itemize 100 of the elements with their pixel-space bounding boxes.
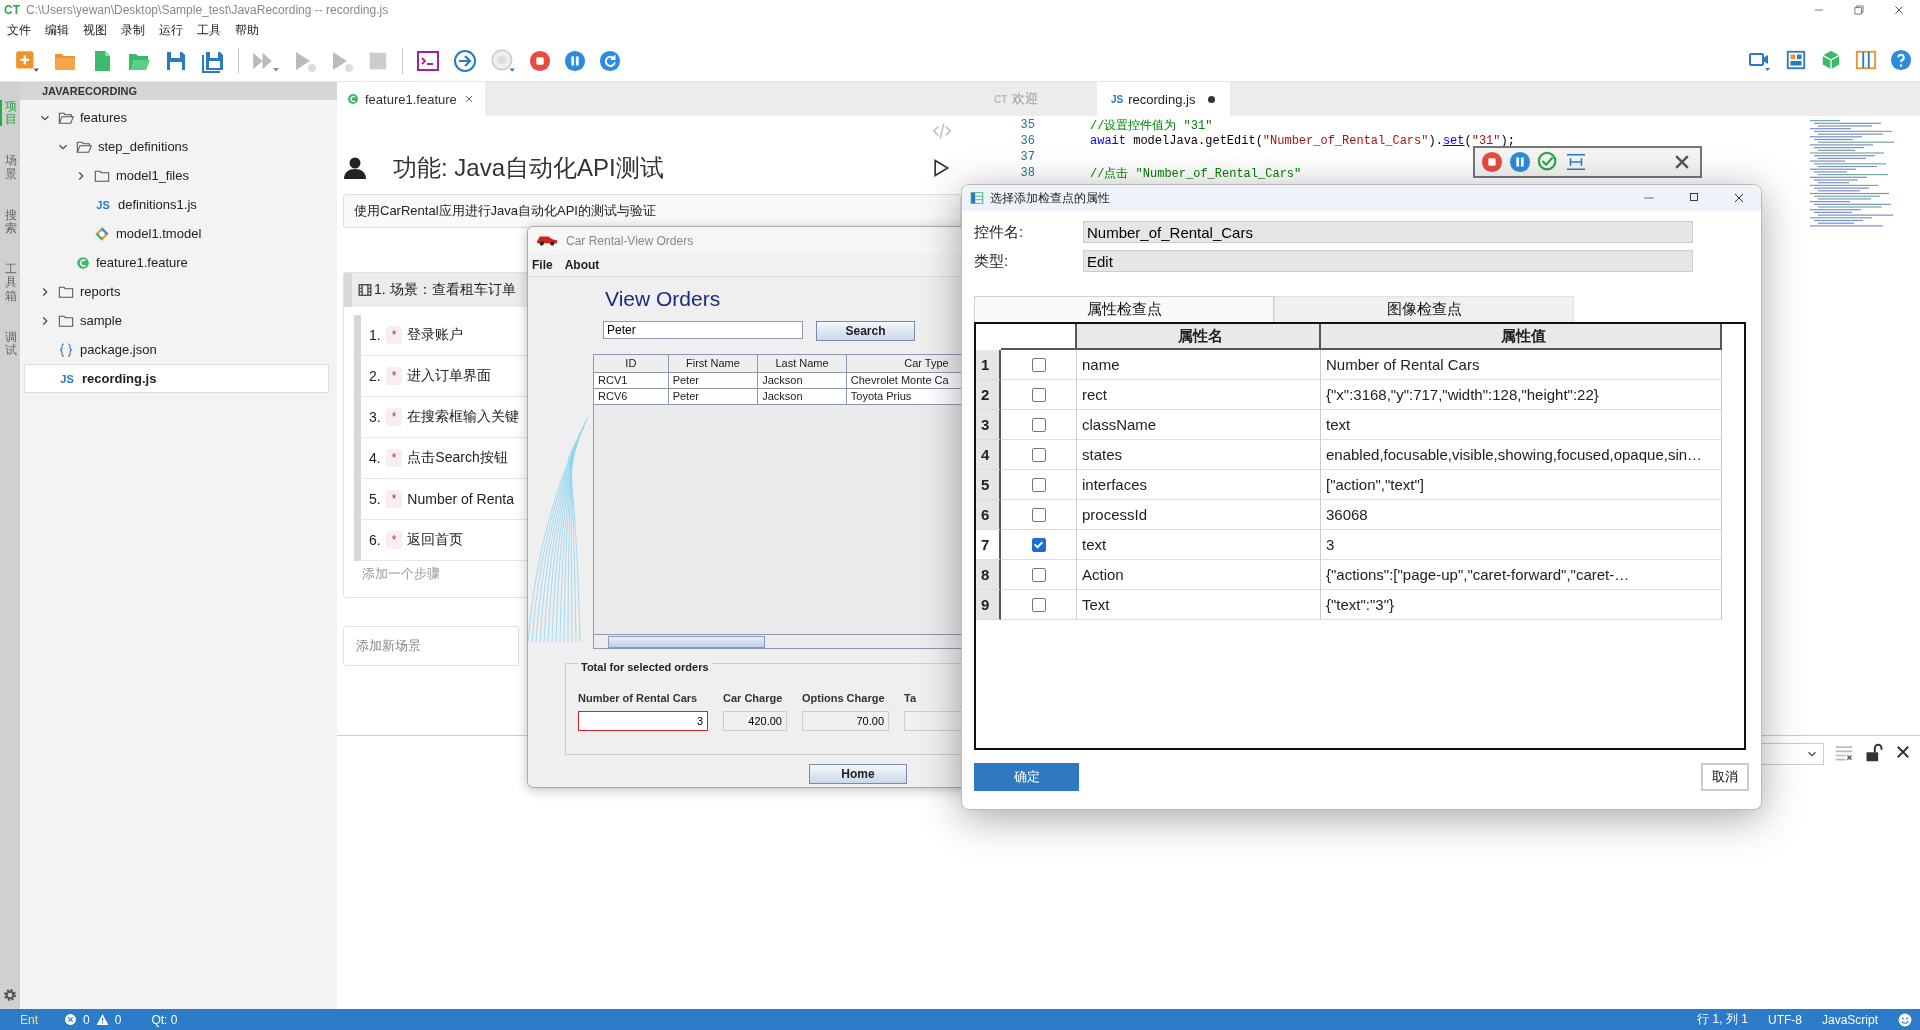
total-field[interactable]: 70.00 (802, 711, 889, 731)
cube-icon[interactable] (1820, 48, 1842, 71)
row-number[interactable]: 7 (976, 530, 1001, 560)
bracket-icon[interactable] (1565, 151, 1587, 173)
checkbox[interactable] (1031, 477, 1046, 492)
tab[interactable]: 属性检查点 (974, 296, 1274, 322)
row-number[interactable]: 6 (976, 500, 1001, 530)
close-icon[interactable] (1894, 743, 1912, 761)
column-header[interactable]: 属性名 (1077, 324, 1321, 350)
column-header[interactable]: 属性值 (1321, 324, 1722, 350)
terminal-icon[interactable] (416, 48, 440, 73)
language-mode[interactable]: JavaScript (1821, 1012, 1878, 1027)
step-keyword: * (385, 326, 403, 344)
column-header[interactable]: Last Name (758, 355, 847, 373)
menu-item[interactable]: 录制 (121, 21, 145, 39)
checkbox[interactable] (1031, 597, 1046, 612)
side-tab[interactable]: 搜索 (0, 208, 20, 236)
clear-icon[interactable] (1834, 743, 1854, 763)
checkbox[interactable] (1031, 417, 1046, 432)
text-field[interactable]: Edit (1083, 250, 1693, 272)
settings-icon[interactable] (2, 987, 18, 1003)
checkbox[interactable] (1031, 447, 1046, 462)
tree-item[interactable]: JS recording.js (24, 364, 329, 393)
row-number[interactable]: 5 (976, 470, 1001, 500)
pause-icon[interactable] (1509, 151, 1531, 173)
diamond-icon (94, 225, 110, 242)
total-field[interactable]: 420.00 (723, 711, 787, 731)
search-button[interactable]: Search (816, 321, 915, 341)
help-icon[interactable] (1890, 48, 1912, 71)
checkbox[interactable] (1031, 357, 1046, 372)
step-text[interactable]: 进入订单界面 (407, 367, 492, 385)
side-tab[interactable]: 工具箱 (0, 263, 20, 303)
total-field[interactable]: 3 (578, 711, 708, 731)
menu-item[interactable]: 运行 (159, 21, 183, 39)
menu-item[interactable]: About (564, 258, 600, 272)
column-header[interactable]: First Name (668, 355, 759, 373)
row-number[interactable]: 2 (976, 380, 1001, 410)
add-scenario-button[interactable]: 添加新场景 (343, 626, 519, 666)
tree-item[interactable]: feature1.feature (24, 248, 329, 277)
home-button[interactable]: Home (809, 764, 907, 784)
checkbox[interactable] (1031, 537, 1046, 552)
columns-icon[interactable] (1855, 48, 1877, 71)
tree-item[interactable]: step_definitions (24, 132, 329, 161)
checkbox[interactable] (1031, 567, 1046, 582)
tree-item[interactable]: JS definitions1.js (24, 190, 329, 219)
search-field[interactable]: Peter (603, 321, 803, 339)
checkbox[interactable] (1031, 507, 1046, 522)
cursor-position[interactable]: 行 1, 列 1 (1697, 1011, 1748, 1028)
menu-item[interactable]: 工具 (197, 21, 221, 39)
table-cell: className (1077, 410, 1321, 440)
play-icon[interactable] (931, 158, 951, 178)
restore-icon[interactable] (1852, 3, 1866, 17)
smiley-icon[interactable] (1898, 1012, 1912, 1027)
checkmark-icon[interactable] (1537, 151, 1559, 173)
stop-icon[interactable] (1481, 151, 1503, 173)
step-text[interactable]: 在搜索框输入关键 (407, 408, 520, 426)
menu-item[interactable]: 视图 (83, 21, 107, 39)
line-number: 35 (1019, 118, 1035, 132)
step-text[interactable]: Number of Renta (407, 491, 514, 507)
tree-item[interactable]: package.json (24, 335, 329, 364)
tab[interactable]: 图像检查点 (1274, 296, 1574, 322)
side-tab[interactable]: 调试 (0, 330, 20, 358)
row-number[interactable]: 8 (976, 560, 1001, 590)
row-number[interactable]: 4 (976, 440, 1001, 470)
row-number[interactable]: 3 (976, 410, 1001, 440)
tree-item[interactable]: features (24, 103, 329, 132)
text-field[interactable]: Number_of_Rental_Cars (1083, 221, 1693, 243)
tree-item[interactable]: sample (24, 306, 329, 335)
menu-item[interactable]: 文件 (7, 21, 31, 39)
tree-item[interactable]: model1_files (24, 161, 329, 190)
row-number[interactable]: 9 (976, 590, 1001, 620)
menu-item[interactable]: File (532, 258, 553, 272)
row-number[interactable]: 1 (976, 350, 1001, 380)
lock-icon[interactable] (1864, 743, 1884, 763)
encoding[interactable]: UTF-8 (1767, 1012, 1802, 1027)
step-keyword: * (385, 408, 403, 426)
maximize-icon[interactable] (1687, 190, 1701, 204)
scrollbar-thumb[interactable] (608, 636, 765, 648)
table-cell: name (1077, 350, 1321, 380)
refresh-icon[interactable] (599, 49, 621, 72)
step-text[interactable]: 返回首页 (407, 531, 464, 549)
file-tab[interactable]: feature1.feature (337, 82, 485, 116)
column-header[interactable]: ID (594, 355, 669, 373)
ok-button[interactable]: 确定 (974, 763, 1079, 791)
arrow-circle-icon[interactable] (453, 48, 477, 73)
menu-item[interactable]: 编辑 (45, 21, 69, 39)
checkbox[interactable] (1031, 387, 1046, 402)
step-text[interactable]: 登录账户 (407, 326, 464, 344)
editor-tab[interactable]: JS recording.js (1097, 82, 1230, 116)
grid-icon[interactable] (1785, 48, 1807, 71)
step-text[interactable]: 点击Search按钮 (407, 449, 508, 467)
menu-item[interactable]: 帮助 (235, 21, 259, 39)
total-field[interactable] (904, 711, 964, 731)
record-stop-icon[interactable] (529, 49, 551, 72)
tree-item[interactable]: model1.tmodel (24, 219, 329, 248)
side-tab[interactable]: 场景 (0, 154, 20, 181)
cancel-button[interactable]: 取消 (1701, 763, 1749, 791)
pause-icon[interactable] (564, 49, 586, 72)
tree-item[interactable]: reports (24, 277, 329, 306)
table-icon (970, 191, 984, 205)
